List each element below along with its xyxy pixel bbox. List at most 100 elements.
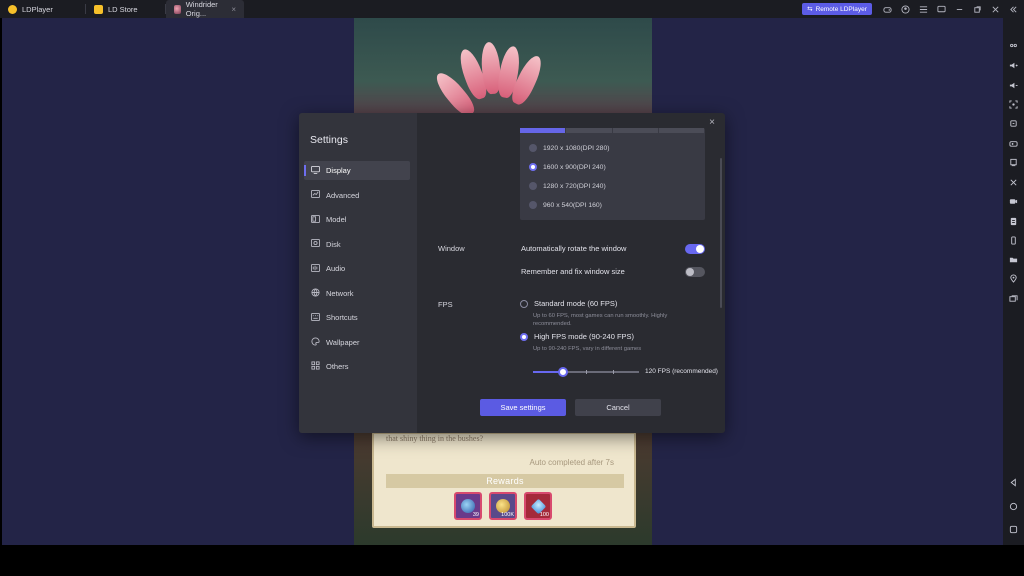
keyboard-icon[interactable] xyxy=(1003,38,1024,52)
collapse-icon[interactable] xyxy=(1004,0,1022,18)
reward-count: 100K xyxy=(501,512,514,518)
recent-apps-icon[interactable] xyxy=(1003,522,1024,536)
auto-rotate-label: Automatically rotate the window xyxy=(521,244,627,253)
close-icon[interactable] xyxy=(986,0,1004,18)
fix-size-toggle[interactable] xyxy=(685,267,705,277)
window-section-label: Window xyxy=(438,244,465,253)
minimize-icon[interactable] xyxy=(950,0,968,18)
tab-windrider[interactable]: Windrider Orig... × xyxy=(166,0,244,18)
resolution-list: 1920 x 1080(DPI 280) 1600 x 900(DPI 240)… xyxy=(520,128,705,220)
resolution-label: 1920 x 1080(DPI 280) xyxy=(543,144,610,152)
resolution-option[interactable]: 1280 x 720(DPI 240) xyxy=(529,180,606,192)
display-icon[interactable] xyxy=(932,0,950,18)
slider-tick xyxy=(613,370,614,374)
resolution-tabs xyxy=(520,128,705,133)
resolution-label: 960 x 540(DPI 160) xyxy=(543,201,602,209)
cancel-button[interactable]: Cancel xyxy=(575,399,661,416)
location-icon[interactable] xyxy=(1003,271,1024,285)
record-icon[interactable] xyxy=(1003,194,1024,208)
settings-title: Settings xyxy=(310,134,348,146)
resolution-tab-other[interactable] xyxy=(658,128,704,133)
nav-item-disk[interactable]: Disk xyxy=(304,235,410,254)
nav-item-display[interactable]: Display xyxy=(304,161,410,180)
user-icon[interactable] xyxy=(896,0,914,18)
disk-icon xyxy=(311,239,320,249)
apk-icon[interactable] xyxy=(1003,116,1024,130)
fps-slider[interactable] xyxy=(533,367,639,377)
resolution-option[interactable]: 960 x 540(DPI 160) xyxy=(529,199,602,211)
home-icon[interactable] xyxy=(1003,499,1024,513)
resolution-tab-tablet[interactable] xyxy=(520,128,566,133)
tab-label: LDPlayer xyxy=(22,4,53,14)
auto-rotate-toggle[interactable] xyxy=(685,244,705,254)
nav-label: Audio xyxy=(326,264,346,273)
reward-item[interactable]: 39 xyxy=(454,492,482,520)
resolution-tab-phone[interactable] xyxy=(566,128,612,133)
nav-label: Network xyxy=(326,288,354,298)
reward-item[interactable]: 100 xyxy=(524,492,552,520)
shortcuts-icon xyxy=(311,312,320,323)
script-icon[interactable] xyxy=(1003,214,1024,228)
right-toolbar xyxy=(1003,18,1024,545)
screenshot-icon[interactable] xyxy=(1003,97,1024,111)
nav-item-audio[interactable]: Audio xyxy=(304,259,410,278)
radio-unchecked[interactable] xyxy=(529,201,537,209)
resolution-tab-custom[interactable] xyxy=(612,128,658,133)
nav-item-advanced[interactable]: Advanced xyxy=(304,186,410,205)
fps-high-option[interactable]: High FPS mode (90-240 FPS) xyxy=(520,332,634,341)
gamepad-icon[interactable] xyxy=(1003,136,1024,150)
quest-dialog: that shiny thing in the bushes? Auto com… xyxy=(372,432,636,528)
volume-down-icon[interactable] xyxy=(1003,78,1024,92)
auto-complete-text: Auto completed after 7s xyxy=(529,458,615,467)
sync-icon[interactable] xyxy=(1003,233,1024,247)
radio-checked[interactable] xyxy=(520,332,528,341)
reward-item[interactable]: 100K xyxy=(489,492,517,520)
tab-ldplayer[interactable]: LDPlayer xyxy=(0,0,86,18)
restore-icon[interactable] xyxy=(968,0,986,18)
display-icon xyxy=(311,165,320,176)
nav-item-shortcuts[interactable]: Shortcuts xyxy=(304,308,410,327)
bottom-area xyxy=(0,545,1024,576)
fps-option-label: Standard mode (60 FPS) xyxy=(534,299,618,308)
resolution-option[interactable]: 1920 x 1080(DPI 280) xyxy=(529,142,610,154)
nav-item-others[interactable]: Others xyxy=(304,357,410,376)
nav-item-model[interactable]: Model xyxy=(304,210,410,229)
settings-scrollbar[interactable] xyxy=(720,158,722,308)
fps-high-desc: Up to 90-240 FPS, vary in different game… xyxy=(533,346,642,352)
cut-icon[interactable] xyxy=(1003,175,1024,189)
menu-icon[interactable] xyxy=(914,0,932,18)
wallpaper-icon xyxy=(311,336,320,348)
window-controls xyxy=(878,0,1022,18)
slider-tick xyxy=(586,370,587,374)
network-icon xyxy=(311,287,320,299)
others-icon xyxy=(311,361,320,372)
nav-label: Disk xyxy=(326,239,341,249)
radio-unchecked[interactable] xyxy=(520,299,528,308)
close-tab-icon[interactable]: × xyxy=(231,5,236,14)
fps-slider-value: 120 FPS (recommended) xyxy=(645,368,718,375)
close-icon[interactable]: × xyxy=(706,116,718,128)
radio-unchecked[interactable] xyxy=(529,182,537,190)
fix-size-label: Remember and fix window size xyxy=(521,267,625,276)
gamepad-icon[interactable] xyxy=(878,0,896,18)
tab-label: LD Store xyxy=(108,4,138,14)
save-settings-button[interactable]: Save settings xyxy=(480,399,566,416)
fps-standard-option[interactable]: Standard mode (60 FPS) xyxy=(520,299,617,308)
resolution-option[interactable]: 1600 x 900(DPI 240) xyxy=(529,161,606,173)
multi-instance-icon[interactable] xyxy=(1003,291,1024,305)
slider-thumb[interactable] xyxy=(558,367,568,377)
nav-item-wallpaper[interactable]: Wallpaper xyxy=(304,333,410,352)
radio-checked[interactable] xyxy=(529,163,537,171)
volume-up-icon[interactable] xyxy=(1003,58,1024,72)
nav-item-network[interactable]: Network xyxy=(304,284,410,303)
fps-standard-desc: Up to 60 FPS, most games can run smoothl… xyxy=(533,313,668,327)
resolution-label: 1600 x 900(DPI 240) xyxy=(543,163,606,171)
radio-unchecked[interactable] xyxy=(529,144,537,152)
shake-icon[interactable] xyxy=(1003,155,1024,169)
folder-icon[interactable] xyxy=(1003,252,1024,266)
remote-ldplayer-button[interactable]: ⇆ Remote LDPlayer xyxy=(802,3,872,15)
fps-option-label: High FPS mode (90-240 FPS) xyxy=(534,332,635,341)
nav-label: Display xyxy=(326,166,351,175)
tab-ld-store[interactable]: LD Store xyxy=(86,0,166,18)
back-icon[interactable] xyxy=(1003,475,1024,489)
